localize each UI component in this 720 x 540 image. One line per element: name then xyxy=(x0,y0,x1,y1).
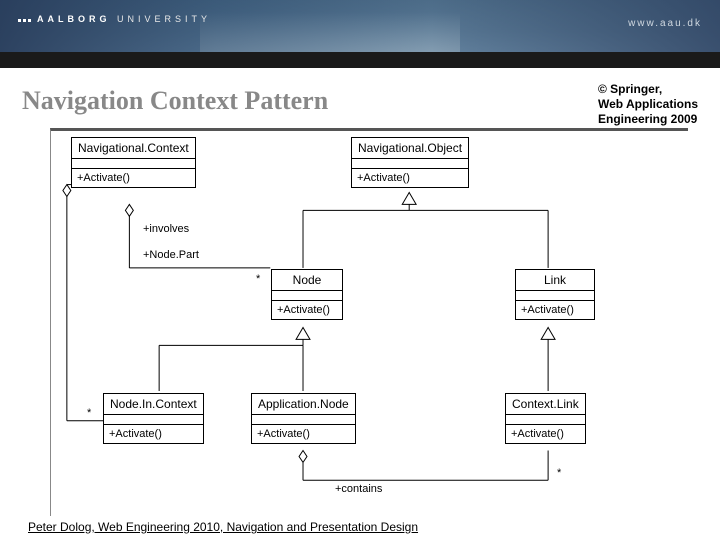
assoc-contains: +contains xyxy=(335,483,382,495)
attr-line1: © Springer, xyxy=(598,82,698,97)
attr-line3: Engineering 2009 xyxy=(598,112,698,127)
class-op: +Activate() xyxy=(506,425,585,443)
class-name: Context.Link xyxy=(506,394,585,415)
logo-bold: AALBORG xyxy=(37,14,111,24)
class-context-link: Context.Link +Activate() xyxy=(505,393,586,444)
attribution: © Springer, Web Applications Engineering… xyxy=(598,82,698,127)
class-application-node: Application.Node +Activate() xyxy=(251,393,356,444)
class-name: Node xyxy=(272,270,342,291)
site-url: www.aau.dk xyxy=(628,18,702,29)
class-op: +Activate() xyxy=(252,425,355,443)
class-name: Navigational.Object xyxy=(352,138,468,159)
class-name: Application.Node xyxy=(252,394,355,415)
header-banner: AALBORG UNIVERSITY www.aau.dk xyxy=(0,0,720,52)
assoc-nodepart: +Node.Part xyxy=(143,249,199,261)
class-navigational-context: Navigational.Context +Activate() xyxy=(71,137,196,188)
assoc-star2: * xyxy=(557,467,561,479)
university-logo: AALBORG UNIVERSITY xyxy=(18,14,211,24)
class-navigational-object: Navigational.Object +Activate() xyxy=(351,137,469,188)
assoc-involves: +involves xyxy=(143,223,189,235)
assoc-star3: * xyxy=(87,407,91,419)
class-name: Link xyxy=(516,270,594,291)
footer-text: Peter Dolog, Web Engineering 2010, Navig… xyxy=(28,520,418,534)
class-name: Navigational.Context xyxy=(72,138,195,159)
header-stripe xyxy=(0,52,720,68)
class-op: +Activate() xyxy=(104,425,203,443)
class-node-in-context: Node.In.Context +Activate() xyxy=(103,393,204,444)
class-op: +Activate() xyxy=(516,301,594,319)
class-op: +Activate() xyxy=(272,301,342,319)
page-title: Navigation Context Pattern xyxy=(22,86,698,116)
class-op: +Activate() xyxy=(352,169,468,187)
class-name: Node.In.Context xyxy=(104,394,203,415)
connectors xyxy=(51,131,688,516)
assoc-star1: * xyxy=(256,273,260,285)
uml-diagram: Navigational.Context +Activate() Navigat… xyxy=(50,128,688,516)
logo-light: UNIVERSITY xyxy=(111,14,212,24)
class-node: Node +Activate() xyxy=(271,269,343,320)
attr-line2: Web Applications xyxy=(598,97,698,112)
class-op: +Activate() xyxy=(72,169,195,187)
class-link: Link +Activate() xyxy=(515,269,595,320)
